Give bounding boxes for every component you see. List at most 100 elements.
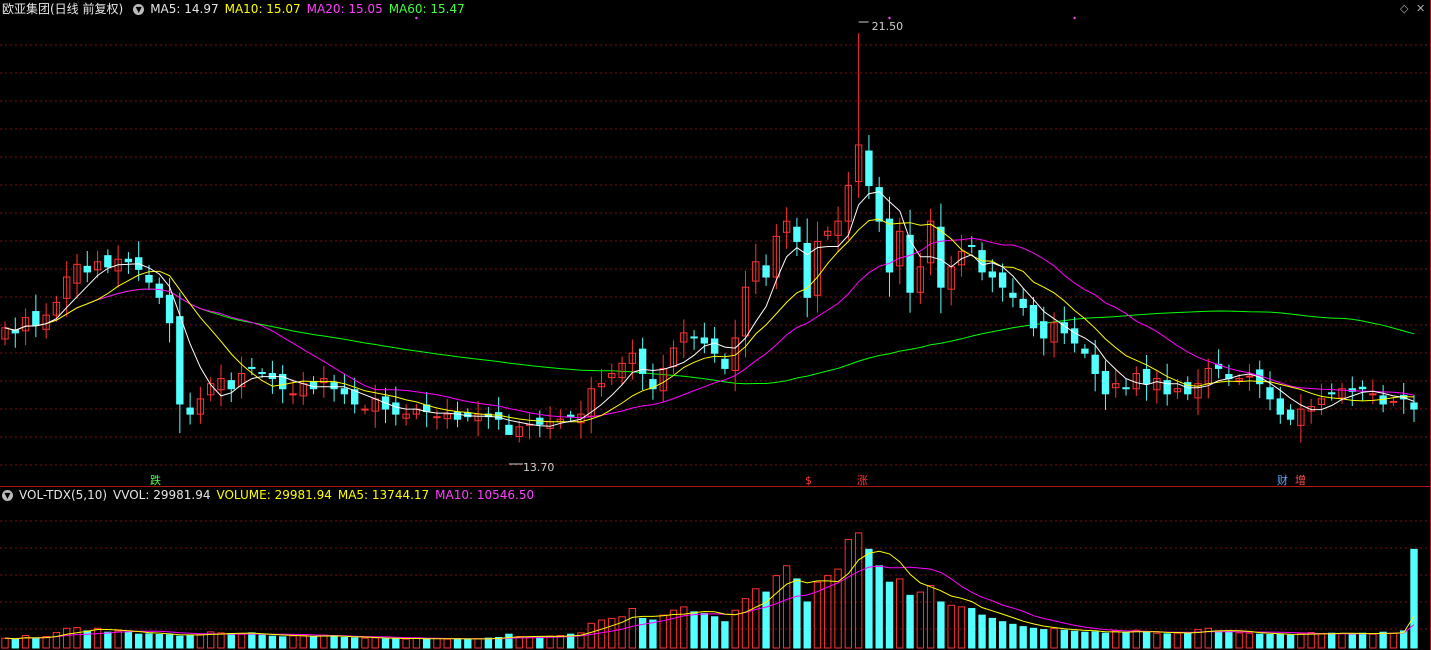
down-volume-bar [176, 635, 184, 649]
down-volume-bar [330, 635, 338, 649]
down-volume-bar [536, 636, 544, 649]
up-volume-bar [1050, 628, 1058, 649]
down-candle [762, 265, 770, 278]
up-volume-bar [402, 638, 410, 649]
up-volume-bar [320, 634, 328, 649]
down-volume-bar [721, 621, 729, 649]
down-volume-bar [1029, 627, 1038, 649]
up-volume-bar [587, 622, 595, 649]
up-volume-bar [433, 637, 441, 649]
vvol-readout: VVOL: 29981.94 [113, 488, 211, 502]
down-candle [1101, 370, 1110, 395]
down-volume-bar [258, 634, 266, 649]
down-volume-bar [165, 634, 174, 649]
down-volume-bar [1122, 632, 1130, 649]
expand-icon[interactable]: ◇ [1400, 2, 1408, 15]
up-volume-bar [1, 637, 9, 649]
up-volume-bar [474, 638, 482, 649]
down-candle [1009, 292, 1017, 298]
down-candle [1276, 398, 1284, 415]
down-volume-bar [988, 617, 997, 649]
down-volume-bar [710, 616, 719, 649]
up-candle [1389, 400, 1398, 403]
volume-chevron-down-icon[interactable]: ▼ [2, 490, 13, 501]
down-volume-bar [937, 601, 945, 649]
up-volume-bar [1235, 632, 1243, 649]
stock-title[interactable]: 欧亚集团(日线 前复权) [2, 2, 123, 16]
down-volume-bar [278, 636, 287, 649]
down-volume-bar [1410, 548, 1418, 649]
event-dot [1073, 16, 1076, 20]
down-candle [186, 407, 194, 415]
down-candle [227, 380, 235, 390]
up-volume-bar [1389, 632, 1398, 649]
close-icon[interactable]: ✕ [1416, 2, 1425, 15]
down-volume-bar [1266, 634, 1274, 649]
down-candle [1081, 348, 1089, 354]
down-volume-bar [484, 637, 493, 649]
up-volume-bar [443, 638, 451, 649]
up-volume-bar [1307, 632, 1315, 649]
down-volume-bar [1101, 632, 1110, 649]
down-candle [566, 414, 575, 418]
vol-indicator-name[interactable]: VOL-TDX(5,10) [19, 488, 107, 502]
down-candle [258, 371, 266, 375]
down-candle [700, 337, 709, 344]
volume-readout: VOLUME: 29981.94 [216, 488, 332, 502]
down-candle [1122, 387, 1130, 390]
ma10-readout: MA10: 15.07 [224, 2, 301, 16]
down-candle [268, 373, 277, 380]
up-volume-bar [371, 637, 379, 649]
down-volume-bar [1019, 626, 1027, 649]
down-volume-bar [700, 612, 709, 649]
up-volume-bar [772, 575, 781, 649]
price-indicator-header: 欧亚集团(日线 前复权) ▼ MA5: 14.97 MA10: 15.07 MA20: … [2, 1, 471, 17]
down-volume-bar [381, 638, 390, 649]
event-finance-marker[interactable]: 财 [1277, 473, 1288, 487]
grid-lines [0, 0, 1431, 650]
down-volume-bar [1286, 634, 1295, 649]
event-rise-marker[interactable]: 涨 [857, 474, 868, 487]
down-candle [1029, 304, 1038, 329]
up-volume-bar [916, 591, 925, 649]
down-volume-bar [1081, 631, 1089, 649]
down-candle [32, 311, 40, 326]
down-volume-bar [350, 637, 359, 649]
up-volume-bar [546, 635, 554, 649]
down-candle [165, 294, 174, 324]
down-volume-bar [104, 631, 112, 649]
high-price-label: 21.50 [872, 20, 904, 33]
ma60-readout: MA60: 15.47 [388, 2, 465, 16]
up-volume-bar [957, 606, 966, 649]
chevron-down-icon[interactable]: ▼ [133, 4, 145, 15]
down-volume-bar [1060, 629, 1069, 649]
down-volume-bar [145, 633, 153, 649]
down-volume-bar [155, 634, 163, 649]
down-volume-bar [865, 548, 873, 649]
up-volume-bar [1173, 632, 1182, 649]
up-volume-bar [1245, 632, 1254, 649]
down-candle [1266, 387, 1274, 400]
down-candle [1358, 386, 1367, 390]
down-candle [155, 283, 163, 298]
down-volume-bar [1091, 631, 1099, 649]
down-volume-bar [1040, 629, 1048, 649]
down-candle [453, 411, 462, 420]
up-volume-bar [947, 604, 955, 649]
down-volume-bar [906, 594, 914, 649]
event-fall-marker[interactable]: 跌 [150, 473, 161, 487]
event-increase-marker[interactable]: 增 [1295, 473, 1306, 487]
down-candle [988, 271, 997, 278]
down-candle [710, 338, 719, 354]
down-candle [875, 187, 883, 222]
chart-markers: 21.50 13.70 跌 $ 涨 财 增 [150, 16, 1306, 487]
down-volume-bar [1379, 631, 1387, 649]
stock-chart: 21.50 13.70 跌 $ 涨 财 增 [0, 0, 1431, 650]
down-volume-bar [1225, 631, 1233, 649]
down-candle [1286, 409, 1295, 420]
vol-ma5-readout: MA5: 13744.17 [337, 488, 430, 502]
down-candle [998, 272, 1007, 288]
down-volume-bar [1276, 633, 1284, 649]
event-dot [415, 16, 418, 20]
event-dollar-marker[interactable]: $ [805, 474, 812, 487]
